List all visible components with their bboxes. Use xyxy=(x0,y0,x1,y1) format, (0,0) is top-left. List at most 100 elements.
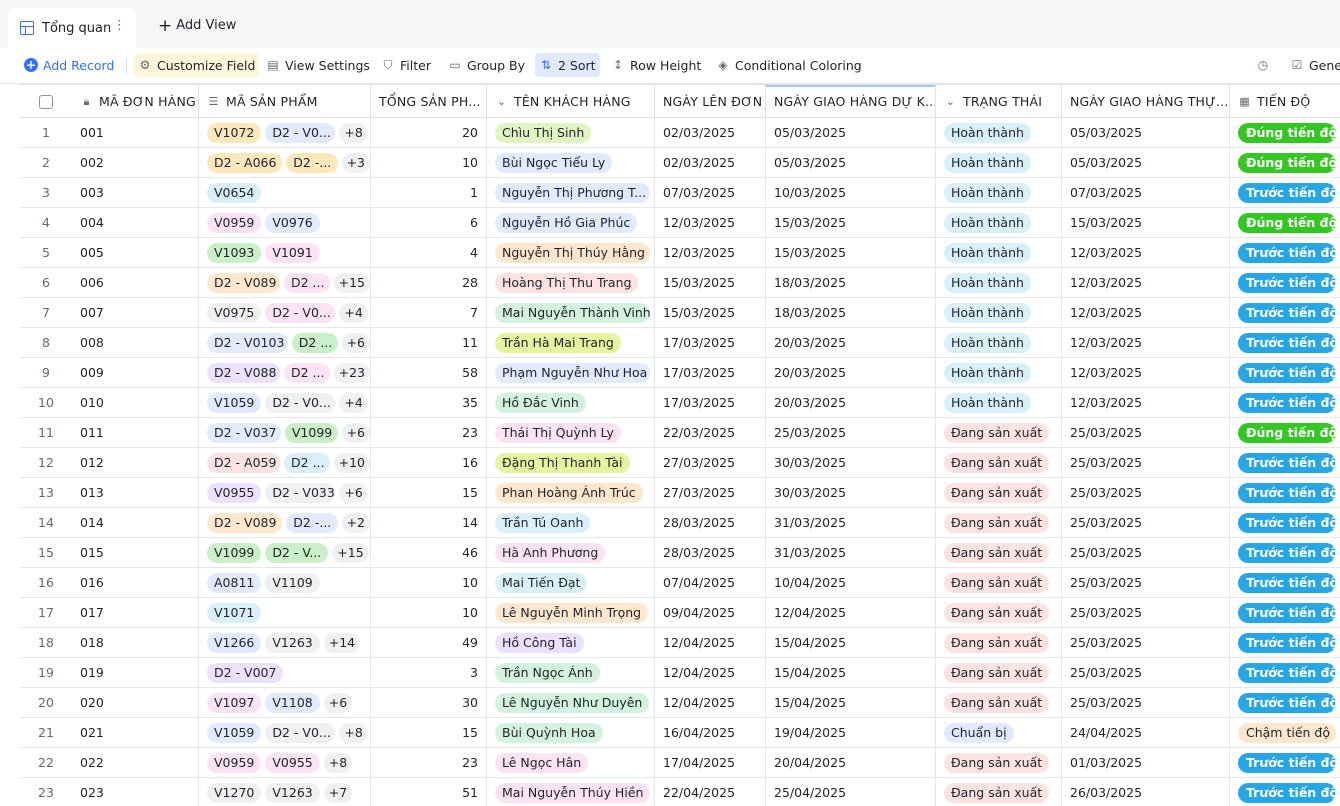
cell-ngay-giao-du-kien[interactable]: 20/03/2025 xyxy=(766,328,936,357)
cell-ma-san-pham[interactable]: D2 - A066 D2 -... +3 xyxy=(199,148,371,177)
cell-tong-san-pham[interactable]: 30 xyxy=(371,688,487,717)
sort-button[interactable]: ⇅ 2 Sort xyxy=(535,53,600,77)
cell-ngay-giao-du-kien[interactable]: 05/03/2025 xyxy=(766,148,936,177)
cell-ma-don-hang[interactable]: 007 xyxy=(72,298,199,327)
cell-tong-san-pham[interactable]: 15 xyxy=(371,718,487,747)
cell-tien-do[interactable]: Đúng tiến độ xyxy=(1230,208,1340,237)
cell-ngay-giao-du-kien[interactable]: 18/03/2025 xyxy=(766,268,936,297)
cell-tong-san-pham[interactable]: 49 xyxy=(371,628,487,657)
more-tags-badge[interactable]: +8 xyxy=(339,122,368,143)
cell-ngay-len-don[interactable]: 02/03/2025 xyxy=(655,148,766,177)
cell-ngay-giao-du-kien[interactable]: 10/03/2025 xyxy=(766,178,936,207)
cell-ma-don-hang[interactable]: 018 xyxy=(72,628,199,657)
cell-tien-do[interactable]: Trước tiến độ xyxy=(1230,388,1340,417)
cell-ma-don-hang[interactable]: 002 xyxy=(72,148,199,177)
more-vertical-icon[interactable]: ⋮ xyxy=(113,19,126,33)
cell-ngay-giao-thuc-te[interactable]: 12/03/2025 xyxy=(1062,328,1230,357)
history-button[interactable]: ◷ xyxy=(1252,53,1279,77)
cell-ten-khach-hang[interactable]: Chìu Thị Sinh xyxy=(487,118,655,147)
more-tags-badge[interactable]: +15 xyxy=(333,272,370,293)
cell-tong-san-pham[interactable]: 51 xyxy=(371,778,487,806)
cell-trang-thai[interactable]: Hoàn thành xyxy=(936,238,1062,267)
cell-ngay-giao-du-kien[interactable]: 31/03/2025 xyxy=(766,508,936,537)
more-tags-badge[interactable]: +2 xyxy=(341,512,370,533)
more-tags-badge[interactable]: +6 xyxy=(323,692,353,713)
more-tags-badge[interactable]: +4 xyxy=(339,302,368,323)
cell-tong-san-pham[interactable]: 11 xyxy=(371,328,487,357)
group-by-button[interactable]: ▭ Group By xyxy=(444,53,529,77)
cell-ngay-len-don[interactable]: 22/04/2025 xyxy=(655,778,766,806)
cell-ngay-giao-thuc-te[interactable]: 24/04/2025 xyxy=(1062,718,1230,747)
cell-ma-don-hang[interactable]: 015 xyxy=(72,538,199,567)
cell-ngay-giao-du-kien[interactable]: 05/03/2025 xyxy=(766,118,936,147)
cell-ngay-len-don[interactable]: 27/03/2025 xyxy=(655,448,766,477)
cell-ma-don-hang[interactable]: 003 xyxy=(72,178,199,207)
cell-ngay-giao-du-kien[interactable]: 15/04/2025 xyxy=(766,688,936,717)
cell-ngay-giao-du-kien[interactable]: 30/03/2025 xyxy=(766,448,936,477)
cell-tong-san-pham[interactable]: 23 xyxy=(371,418,487,447)
cell-ngay-giao-thuc-te[interactable]: 25/03/2025 xyxy=(1062,478,1230,507)
more-tags-badge[interactable]: +6 xyxy=(341,422,370,443)
select-all-checkbox[interactable] xyxy=(39,94,53,109)
more-tags-badge[interactable]: +8 xyxy=(323,752,353,773)
cell-ngay-len-don[interactable]: 17/04/2025 xyxy=(655,748,766,777)
cell-ma-don-hang[interactable]: 013 xyxy=(72,478,199,507)
row-height-button[interactable]: ↕ Row Height xyxy=(607,53,705,77)
cell-ngay-giao-du-kien[interactable]: 15/03/2025 xyxy=(766,208,936,237)
cell-ngay-giao-thuc-te[interactable]: 05/03/2025 xyxy=(1062,148,1230,177)
cell-ngay-len-don[interactable]: 12/04/2025 xyxy=(655,628,766,657)
cell-ngay-giao-thuc-te[interactable]: 07/03/2025 xyxy=(1062,178,1230,207)
cell-trang-thai[interactable]: Đang sản xuất xyxy=(936,748,1062,777)
column-header-ngay-giao-thuc-te[interactable]: NGÀY GIAO HÀNG THỰ... xyxy=(1062,85,1230,118)
cell-tong-san-pham[interactable]: 7 xyxy=(371,298,487,327)
cell-ngay-giao-du-kien[interactable]: 25/04/2025 xyxy=(766,778,936,806)
cell-tien-do[interactable]: Trước tiến độ xyxy=(1230,778,1340,806)
column-header-ma-don-hang[interactable]: 🔒︎ MÃ ĐƠN HÀNG xyxy=(72,85,199,118)
more-tags-badge[interactable]: +6 xyxy=(341,332,370,353)
cell-ten-khach-hang[interactable]: Lê Nguyễn Minh Trọng xyxy=(487,598,655,627)
cell-ngay-giao-du-kien[interactable]: 15/04/2025 xyxy=(766,658,936,687)
cell-ngay-giao-du-kien[interactable]: 25/03/2025 xyxy=(766,418,936,447)
cell-ma-san-pham[interactable]: V1099 D2 - V... +15 xyxy=(199,538,371,567)
generate-button[interactable]: ☑ Gener xyxy=(1286,53,1340,77)
cell-ngay-len-don[interactable]: 15/03/2025 xyxy=(655,268,766,297)
cell-trang-thai[interactable]: Hoàn thành xyxy=(936,178,1062,207)
cell-ten-khach-hang[interactable]: Trần Hà Mai Trang xyxy=(487,328,655,357)
cell-ma-san-pham[interactable]: V1266 V1263 +14 xyxy=(199,628,371,657)
cell-tien-do[interactable]: Trước tiến độ xyxy=(1230,328,1340,357)
cell-ten-khach-hang[interactable]: Nguyễn Thị Thúy Hằng xyxy=(487,238,655,267)
cell-ngay-giao-thuc-te[interactable]: 05/03/2025 xyxy=(1062,118,1230,147)
cell-trang-thai[interactable]: Đang sản xuất xyxy=(936,598,1062,627)
conditional-coloring-button[interactable]: ◈ Conditional Coloring xyxy=(712,53,866,77)
cell-ma-san-pham[interactable]: V1071 xyxy=(199,598,371,627)
cell-ngay-len-don[interactable]: 22/03/2025 xyxy=(655,418,766,447)
cell-tong-san-pham[interactable]: 4 xyxy=(371,238,487,267)
cell-ma-don-hang[interactable]: 005 xyxy=(72,238,199,267)
cell-tien-do[interactable]: Đúng tiến độ xyxy=(1230,118,1340,147)
cell-ngay-giao-thuc-te[interactable]: 25/03/2025 xyxy=(1062,418,1230,447)
cell-tong-san-pham[interactable]: 14 xyxy=(371,508,487,537)
filter-button[interactable]: ⛉ Filter xyxy=(377,53,435,77)
cell-ten-khach-hang[interactable]: Trần Tú Oanh xyxy=(487,508,655,537)
cell-ngay-giao-thuc-te[interactable]: 01/03/2025 xyxy=(1062,748,1230,777)
cell-ten-khach-hang[interactable]: Nguyễn Thị Phương T... xyxy=(487,178,655,207)
cell-ten-khach-hang[interactable]: Bùi Quỳnh Hoa xyxy=(487,718,655,747)
cell-ngay-giao-thuc-te[interactable]: 12/03/2025 xyxy=(1062,298,1230,327)
more-tags-badge[interactable]: +15 xyxy=(332,542,369,563)
cell-ten-khach-hang[interactable]: Lê Nguyễn Như Duyên xyxy=(487,688,655,717)
cell-ngay-len-don[interactable]: 12/03/2025 xyxy=(655,208,766,237)
cell-ngay-giao-thuc-te[interactable]: 25/03/2025 xyxy=(1062,628,1230,657)
cell-ma-don-hang[interactable]: 012 xyxy=(72,448,199,477)
cell-trang-thai[interactable]: Hoàn thành xyxy=(936,268,1062,297)
cell-ma-don-hang[interactable]: 021 xyxy=(72,718,199,747)
cell-trang-thai[interactable]: Hoàn thành xyxy=(936,388,1062,417)
cell-ngay-giao-du-kien[interactable]: 12/04/2025 xyxy=(766,598,936,627)
column-header-ngay-len-don[interactable]: NGÀY LÊN ĐƠN xyxy=(655,85,766,118)
cell-ma-don-hang[interactable]: 004 xyxy=(72,208,199,237)
cell-trang-thai[interactable]: Chuẩn bị xyxy=(936,718,1062,747)
column-header-ma-san-pham[interactable]: ☰ MÃ SẢN PHẨM xyxy=(199,85,371,118)
cell-ngay-giao-thuc-te[interactable]: 26/03/2025 xyxy=(1062,778,1230,806)
cell-ten-khach-hang[interactable]: Mai Nguyễn Thúy Hiền xyxy=(487,778,655,806)
cell-ma-san-pham[interactable]: V1097 V1108 +6 xyxy=(199,688,371,717)
cell-ma-san-pham[interactable]: D2 - A059 D2 ... +10 xyxy=(199,448,371,477)
